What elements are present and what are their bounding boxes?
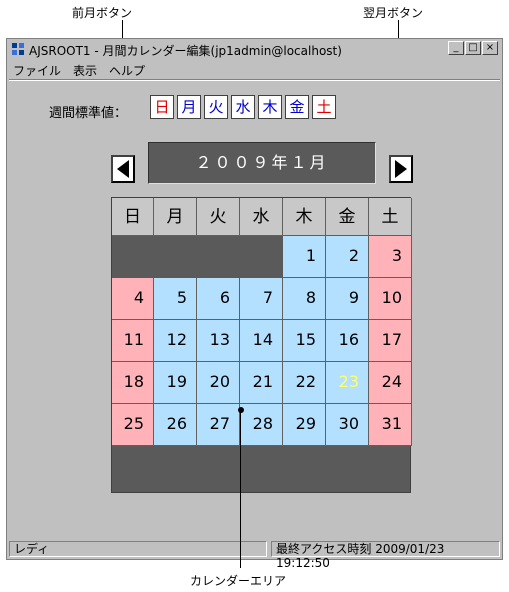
calendar-header-cell: 火 <box>197 198 240 236</box>
app-icon <box>12 43 24 55</box>
status-ready: レディ <box>9 541 267 557</box>
week-standard-sun[interactable]: 日 <box>150 95 174 119</box>
week-standard-tue[interactable]: 火 <box>204 95 228 119</box>
close-button[interactable]: × <box>482 41 498 55</box>
status-last-access: 最終アクセス時刻 2009/01/23 19:12:50 <box>271 541 500 570</box>
calendar-header-cell: 金 <box>326 198 369 236</box>
calendar-day-cell[interactable]: 15 <box>283 320 326 362</box>
week-standard-label: 週間標準値： <box>49 106 128 121</box>
week-standard-wed[interactable]: 水 <box>231 95 255 119</box>
calendar-area: 日月火水木金土 1 2 3 4 5 6 7 8 9 10 11 12 13 14 15 16 17 18 19 20 21… <box>111 197 412 493</box>
menu-file[interactable]: ファイル <box>13 62 61 79</box>
calendar-day-cell[interactable]: 31 <box>369 404 412 446</box>
calendar-day-cell[interactable]: 29 <box>283 404 326 446</box>
week-standard-sat[interactable]: 土 <box>312 95 336 119</box>
triangle-right-icon <box>395 160 407 178</box>
calendar-window: AJSROOT1 - 月間カレンダー編集(jp1admin@localhost)… <box>6 38 503 570</box>
calendar-day-cell[interactable]: 2 <box>326 236 369 278</box>
calendar-header-cell: 土 <box>369 198 412 236</box>
calendar-day-cell[interactable]: 14 <box>240 320 283 362</box>
calendar-header-cell: 木 <box>283 198 326 236</box>
week-standard-mon[interactable]: 月 <box>177 95 201 119</box>
calendar-header-cell: 水 <box>240 198 283 236</box>
calendar-day-cell[interactable]: 3 <box>369 236 412 278</box>
next-month-callout: 翌月ボタン <box>363 6 424 20</box>
calendar-day-cell[interactable]: 27 <box>197 404 240 446</box>
prev-month-button[interactable] <box>111 155 135 183</box>
calendar-day-cell[interactable]: 25 <box>112 404 154 446</box>
status-bar: レディ 最終アクセス時刻 2009/01/23 19:12:50 <box>7 539 502 570</box>
minimize-button[interactable]: _ <box>448 41 464 55</box>
window-title: AJSROOT1 - 月間カレンダー編集(jp1admin@localhost) <box>29 44 342 58</box>
week-standard-thu[interactable]: 木 <box>258 95 282 119</box>
title-bar: AJSROOT1 - 月間カレンダー編集(jp1admin@localhost)… <box>7 39 502 59</box>
prev-month-callout: 前月ボタン <box>72 6 133 20</box>
next-month-button[interactable] <box>389 155 413 183</box>
week-standard-fri[interactable]: 金 <box>285 95 309 119</box>
calendar-day-cell[interactable]: 5 <box>154 278 197 320</box>
calendar-day-cell[interactable]: 18 <box>112 362 154 404</box>
calendar-day-cell[interactable]: 20 <box>197 362 240 404</box>
calendar-day-cell[interactable]: 4 <box>112 278 154 320</box>
calendar-day-cell[interactable]: 7 <box>240 278 283 320</box>
menu-view[interactable]: 表示 <box>73 62 97 79</box>
calendar-day-cell[interactable]: 17 <box>369 320 412 362</box>
calendar-day-cell[interactable]: 24 <box>369 362 412 404</box>
calendar-area-marker <box>238 407 244 413</box>
month-display: ２００９年１月 <box>148 142 376 184</box>
calendar-area-callout: カレンダーエリア <box>190 574 287 588</box>
maximize-button[interactable]: □ <box>465 41 481 55</box>
calendar-day-cell[interactable]: 9 <box>326 278 369 320</box>
calendar-day-cell[interactable]: 23 <box>326 362 369 404</box>
calendar-day-cell[interactable]: 11 <box>112 320 154 362</box>
calendar-day-cell[interactable]: 22 <box>283 362 326 404</box>
calendar-header-cell: 月 <box>154 198 197 236</box>
menu-separator <box>9 79 500 81</box>
calendar-day-cell[interactable]: 30 <box>326 404 369 446</box>
calendar-day-cell[interactable]: 28 <box>240 404 283 446</box>
calendar-day-cell[interactable]: 6 <box>197 278 240 320</box>
triangle-left-icon <box>117 160 129 178</box>
calendar-day-cell[interactable]: 10 <box>369 278 412 320</box>
calendar-day-cell[interactable]: 19 <box>154 362 197 404</box>
menu-bar: ファイル 表示 ヘルプ <box>7 60 502 78</box>
calendar-day-cell[interactable]: 26 <box>154 404 197 446</box>
calendar-day-cell[interactable]: 12 <box>154 320 197 362</box>
calendar-day-cell[interactable]: 21 <box>240 362 283 404</box>
calendar-day-cell[interactable]: 13 <box>197 320 240 362</box>
calendar-day-cell[interactable]: 16 <box>326 320 369 362</box>
menu-help[interactable]: ヘルプ <box>109 62 145 79</box>
calendar-day-cell[interactable]: 8 <box>283 278 326 320</box>
calendar-area-leader <box>240 412 241 568</box>
calendar-day-cell[interactable]: 1 <box>283 236 326 278</box>
calendar-header-cell: 日 <box>112 198 154 236</box>
